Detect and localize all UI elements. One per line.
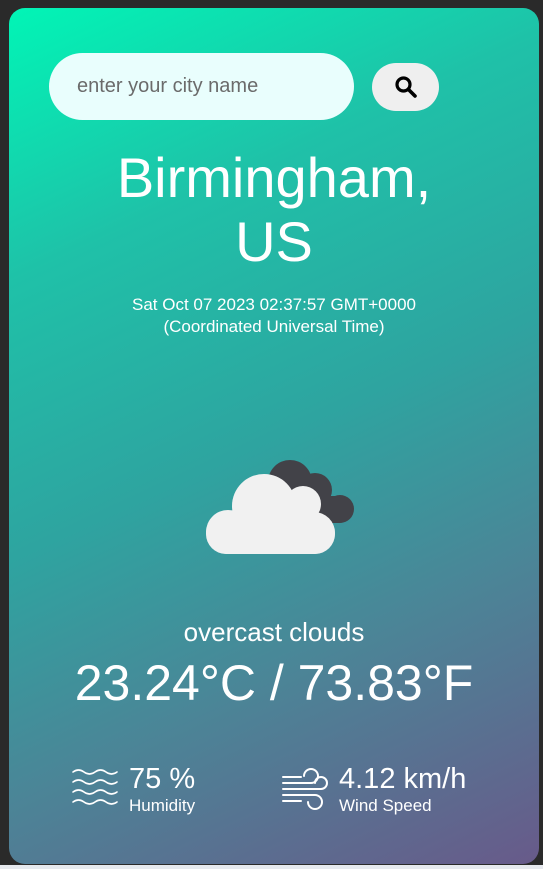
wind-speed-label: Wind Speed: [339, 796, 432, 815]
city-name: Birmingham, US: [9, 146, 539, 274]
wind-speed-value: 4.12 km/h: [339, 763, 467, 795]
humidity-stat: 75 % Humidity: [71, 762, 195, 816]
country-code: US: [235, 210, 313, 273]
search-button[interactable]: [372, 63, 439, 111]
date-time-line: Sat Oct 07 2023 02:37:57 GMT+0000: [132, 295, 416, 314]
overcast-clouds-icon: [206, 460, 354, 554]
humidity-label: Humidity: [129, 796, 196, 815]
weather-description: overcast clouds: [183, 617, 365, 647]
temperature: 23.24°C / 73.83°F: [74, 655, 474, 711]
humidity-waves-icon: [72, 769, 118, 805]
weather-card: Birmingham, US Sat Oct 07 2023 02:37:57 …: [9, 8, 539, 864]
wind-stat: 4.12 km/h Wind Speed: [281, 762, 466, 816]
city-name-line: Birmingham,: [116, 146, 432, 209]
date-time: Sat Oct 07 2023 02:37:57 GMT+0000 (Coord…: [9, 294, 539, 338]
timezone-line: (Coordinated Universal Time): [163, 317, 385, 336]
city-search-input[interactable]: [49, 53, 354, 120]
humidity-value: 75 %: [129, 763, 196, 795]
wind-icon: [282, 768, 328, 810]
bottom-strip: [0, 865, 543, 869]
search-icon: [394, 76, 417, 98]
